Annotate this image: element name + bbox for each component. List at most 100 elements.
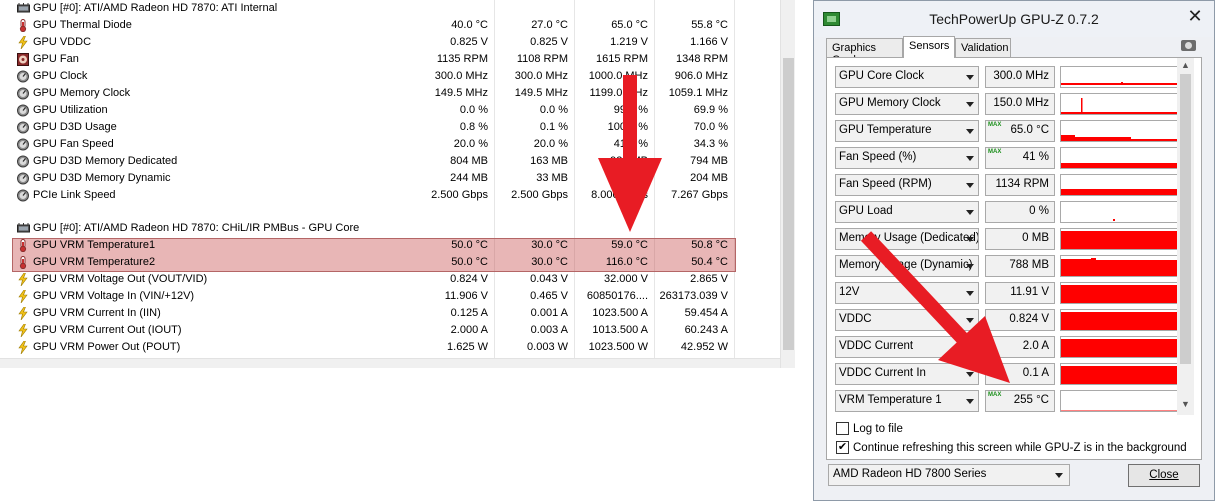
window-close-button[interactable]: ✕ [1180, 4, 1210, 28]
gauge-icon [17, 104, 29, 117]
sensor-row: Memory Usage (Dynamic) 788 MB [835, 255, 1183, 277]
sensor-name-select[interactable]: VDDC [835, 309, 979, 331]
sensor-label: GPU VRM Current In (IIN) [33, 307, 161, 319]
scrollbar-thumb[interactable] [783, 58, 794, 350]
sensor-maximum-value: 32.000 V [603, 273, 648, 285]
tab-graphics-card[interactable]: Graphics Card [826, 38, 903, 66]
sensor-current-value: 0.0 % [459, 104, 488, 116]
sensor-row[interactable]: GPU Thermal Diode 40.0 °C 27.0 °C 65.0 °C 55… [0, 17, 780, 34]
sensor-name-select[interactable]: GPU Temperature [835, 120, 979, 142]
sensor-row[interactable]: GPU VRM Current Out (IOUT) 2.000 A 0.003 A… [0, 322, 780, 339]
sensor-row: Memory Usage (Dedicated) 0 MB [835, 228, 1183, 250]
scrollbar-thumb[interactable] [1180, 74, 1191, 364]
sensor-name: 12V [839, 286, 860, 298]
sensor-graph-svg [1061, 258, 1177, 276]
vertical-scrollbar[interactable] [780, 0, 795, 368]
sensor-value-text: 300.0 MHz [993, 70, 1049, 82]
sensor-label: GPU D3D Memory Dedicated [33, 155, 178, 167]
chevron-down-icon [966, 102, 974, 107]
sensor-group-header[interactable]: GPU [#0]: ATI/AMD Radeon HD 7870: CHiL/I… [0, 220, 780, 237]
sensor-name-select[interactable]: Memory Usage (Dedicated) [835, 228, 979, 250]
sensor-current-value: 11.906 V [444, 290, 488, 302]
max-indicator: MAX [988, 392, 1002, 398]
camera-icon[interactable] [1181, 40, 1196, 51]
sensor-current-value: 0.8 % [459, 121, 488, 133]
scroll-down-icon[interactable]: ▼ [1177, 399, 1194, 413]
device-select[interactable]: AMD Radeon HD 7800 Series [828, 464, 1070, 486]
sensor-maximum-value: 266 MB [610, 172, 648, 184]
sensor-name: VDDC [839, 313, 872, 325]
sensor-minimum-value: 163 MB [530, 155, 568, 167]
sensor-row[interactable]: GPU D3D Memory Dedicated 804 MB 163 MB 920 … [0, 153, 780, 170]
close-button[interactable]: Close [1128, 464, 1200, 487]
sensor-name-select[interactable]: VRM Temperature 1 [835, 390, 979, 412]
lightning-icon [17, 340, 29, 355]
sensor-graph [1060, 147, 1178, 169]
log-to-file-checkbox[interactable] [836, 422, 849, 435]
sensor-label: GPU Clock [33, 70, 88, 82]
sensor-name-select[interactable]: VDDC Current [835, 336, 979, 358]
sensor-row[interactable]: GPU Clock 300.0 MHz 300.0 MHz 1000.0 MHz 906… [0, 68, 780, 85]
sensor-label: GPU D3D Usage [33, 121, 117, 133]
sensor-graph [1060, 309, 1178, 331]
sensor-group-header[interactable]: GPU [#0]: ATI/AMD Radeon HD 7870: ATI In… [0, 0, 780, 17]
sensor-current-value: 244 MB [450, 172, 488, 184]
sensor-name-select[interactable]: GPU Memory Clock [835, 93, 979, 115]
continue-refresh-checkbox[interactable]: ✔ [836, 441, 849, 454]
sensor-row: 12V 11.91 V [835, 282, 1183, 304]
sensor-value: 788 MB [985, 255, 1055, 277]
sensor-minimum-value: 300.0 MHz [514, 70, 568, 82]
sensor-scrollbar[interactable]: ▲ ▼ [1177, 58, 1194, 415]
sensor-row[interactable]: GPU VRM Voltage Out (VOUT/VID) 0.824 V 0.0… [0, 271, 780, 288]
sensor-row: Fan Speed (%) MAX 41 % [835, 147, 1183, 169]
sensor-row[interactable]: GPU VRM Current In (IIN) 0.125 A 0.001 A 10… [0, 305, 780, 322]
sensor-name-select[interactable]: GPU Load [835, 201, 979, 223]
sensor-row: GPU Core Clock 300.0 MHz [835, 66, 1183, 88]
sensor-average-value: 70.0 % [693, 121, 728, 133]
sensor-row[interactable]: GPU VRM Power Out (POUT) 1.625 W 0.003 W 10… [0, 339, 780, 356]
sensor-row[interactable]: GPU Fan Speed 20.0 % 20.0 % 41.0 % 34.3 % [0, 136, 780, 153]
sensor-average-value: 34.3 % [693, 138, 728, 150]
sensor-graph-svg [1061, 163, 1177, 168]
chevron-down-icon [966, 399, 974, 404]
sensor-name-select[interactable]: Fan Speed (RPM) [835, 174, 979, 196]
lightning-icon [17, 272, 29, 287]
sensor-maximum-value: 116.0 °C [605, 256, 648, 268]
sensor-maximum-value: 65.0 °C [611, 19, 648, 31]
sensor-row[interactable]: GPU D3D Memory Dynamic 244 MB 33 MB 266 MB 2… [0, 170, 780, 187]
sensor-name-select[interactable]: Fan Speed (%) [835, 147, 979, 169]
sensor-name: Memory Usage (Dynamic) [839, 259, 973, 271]
sensor-row[interactable]: GPU VRM Temperature2 50.0 °C 30.0 °C 116.0 … [0, 254, 780, 271]
sensor-row[interactable]: GPU VDDC 0.825 V 0.825 V 1.219 V 1.166 V [0, 34, 780, 51]
sensor-average-value: 1059.1 MHz [668, 87, 728, 99]
sensor-name: Fan Speed (%) [839, 151, 917, 163]
sensor-row[interactable]: GPU Fan 1135 RPM 1108 RPM 1615 RPM 1348 RPM [0, 51, 780, 68]
sensor-name-select[interactable]: Memory Usage (Dynamic) [835, 255, 979, 277]
sensor-name-select[interactable]: GPU Core Clock [835, 66, 979, 88]
sensor-name-select[interactable]: VDDC Current In [835, 363, 979, 385]
sensor-value-text: 0 MB [1022, 232, 1049, 244]
sensor-minimum-value: 2.500 Gbps [511, 189, 568, 201]
sensor-row[interactable]: GPU Memory Clock 149.5 MHz 149.5 MHz 1199.0… [0, 85, 780, 102]
sensor-row[interactable]: PCIe Link Speed 2.500 Gbps 2.500 Gbps 8.000… [0, 187, 780, 204]
title-bar[interactable]: TechPowerUp GPU-Z 0.7.2 ✕ [814, 1, 1214, 37]
sensor-row[interactable]: GPU D3D Usage 0.8 % 0.1 % 100.0 % 70.0 % [0, 119, 780, 136]
sensor-average-value: 2.865 V [690, 273, 728, 285]
sensor-name: VRM Temperature 1 [839, 394, 942, 406]
tab-sensors[interactable]: Sensors [903, 36, 955, 58]
tab-validation[interactable]: Validation [955, 38, 1011, 57]
sensor-name-select[interactable]: 12V [835, 282, 979, 304]
sensor-row[interactable]: GPU VRM Temperature1 50.0 °C 30.0 °C 59.0 °… [0, 237, 780, 254]
max-indicator: MAX [988, 122, 1002, 128]
sensor-maximum-value: 100.0 % [607, 121, 648, 133]
sensor-graph [1060, 93, 1178, 115]
sensor-row: VDDC 0.824 V [835, 309, 1183, 331]
horizontal-scrollbar[interactable] [0, 358, 780, 368]
sensor-current-value: 50.0 °C [451, 239, 488, 251]
sensor-row[interactable]: GPU Utilization 0.0 % 0.0 % 99.0 % 69.9 % [0, 102, 780, 119]
sensor-row[interactable]: GPU VRM Voltage In (VIN/+12V) 11.906 V 0.4… [0, 288, 780, 305]
sensor-current-value: 40.0 °C [451, 19, 488, 31]
scroll-up-icon[interactable]: ▲ [1177, 60, 1194, 74]
thermometer-icon [17, 239, 29, 253]
sensor-minimum-value: 149.5 MHz [514, 87, 568, 99]
